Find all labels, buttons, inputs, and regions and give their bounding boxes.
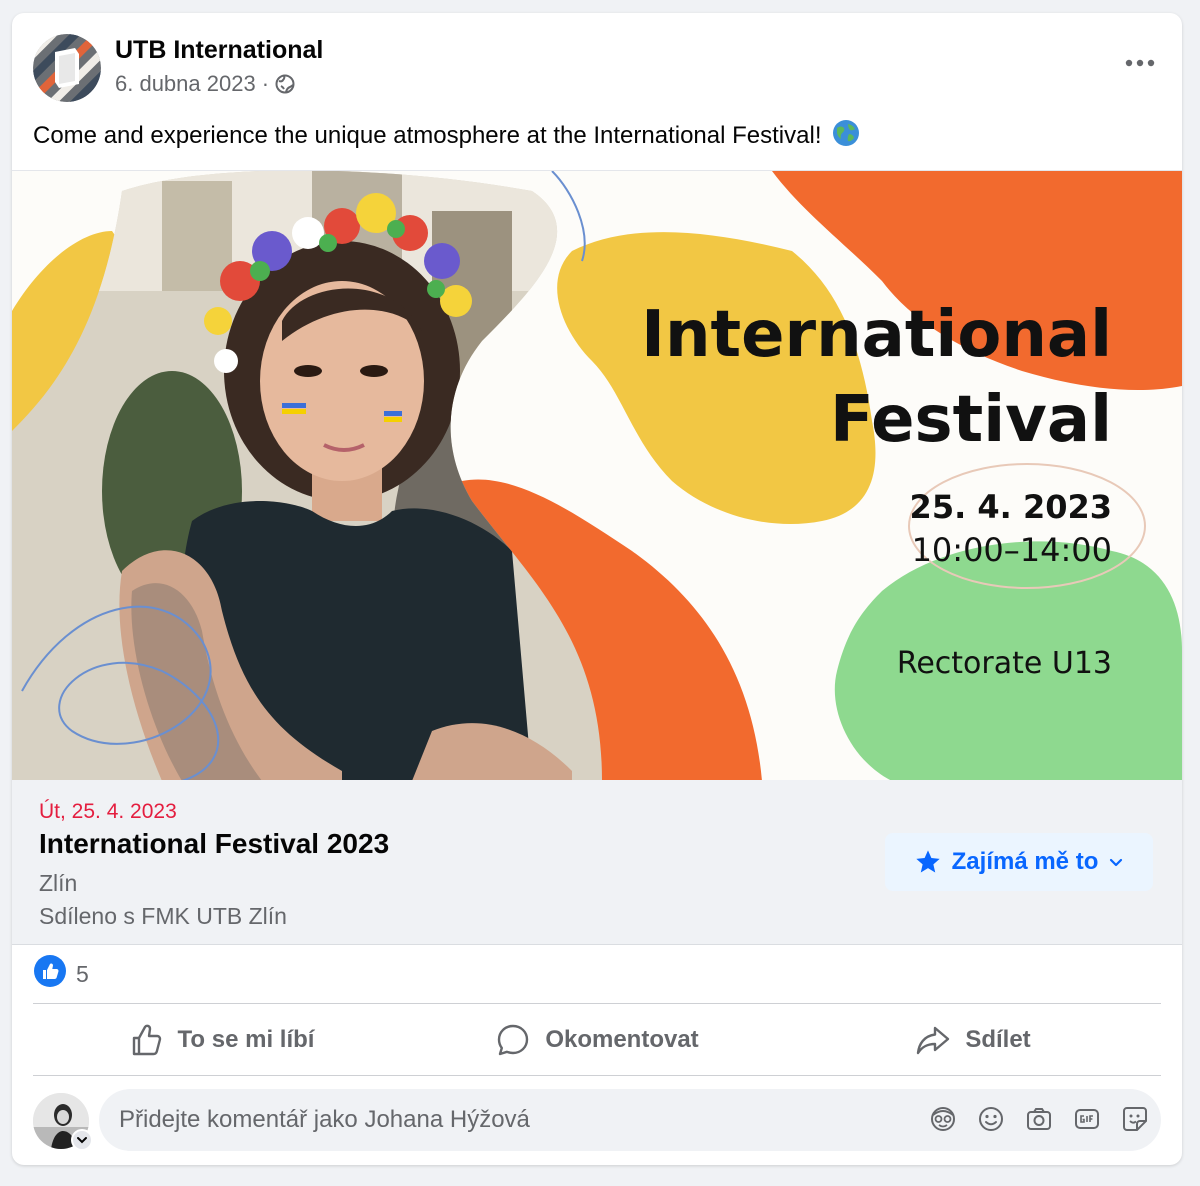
interested-button[interactable]: Zajímá mě to xyxy=(885,833,1153,891)
sticker-icon[interactable] xyxy=(1121,1105,1149,1133)
comment-tools xyxy=(929,1105,1149,1133)
event-shared: Sdíleno s FMK UTB Zlín xyxy=(39,903,287,929)
gif-icon[interactable] xyxy=(1073,1105,1101,1133)
event-date: Út, 25. 4. 2023 xyxy=(39,800,177,823)
event-cover-image[interactable]: International Festival 25. 4. 2023 10:00… xyxy=(12,170,1182,780)
like-label: To se mi líbí xyxy=(177,1026,315,1053)
post-date[interactable]: 6. dubna 2023 xyxy=(115,71,256,97)
post-actions: To se mi líbí Okomentovat Sdílet xyxy=(33,1005,1161,1075)
globe-icon xyxy=(275,74,295,94)
divider xyxy=(33,1003,1161,1004)
author-name[interactable]: UTB International xyxy=(115,36,323,65)
post-text-content: Come and experience the unique atmospher… xyxy=(33,122,822,149)
image-title-line2: Festival xyxy=(830,383,1112,457)
meta-separator: · xyxy=(261,71,270,96)
chevron-down-icon xyxy=(1110,858,1123,867)
event-info[interactable]: Út, 25. 4. 2023 International Festival 2… xyxy=(12,780,1182,945)
avatar-sticker-icon[interactable] xyxy=(929,1105,957,1133)
reactions-summary[interactable]: 5 xyxy=(34,955,89,993)
comment-button[interactable]: Okomentovat xyxy=(409,1005,785,1075)
share-icon xyxy=(917,1026,950,1055)
post-text: Come and experience the unique atmospher… xyxy=(33,119,860,154)
page-avatar[interactable] xyxy=(33,34,101,102)
more-icon xyxy=(1125,59,1155,67)
emoji-icon[interactable] xyxy=(977,1105,1005,1133)
comment-composer xyxy=(33,1089,1163,1153)
like-icon xyxy=(34,955,66,993)
account-switch-icon[interactable] xyxy=(71,1129,93,1151)
post-card: UTB International 6. dubna 2023 · Come a… xyxy=(12,13,1182,1165)
reaction-count: 5 xyxy=(76,960,89,987)
post-header: UTB International 6. dubna 2023 · xyxy=(12,13,1182,113)
like-button[interactable]: To se mi líbí xyxy=(33,1005,409,1075)
thumbs-up-icon xyxy=(132,1024,161,1056)
image-title-line1: International xyxy=(641,298,1112,372)
comment-icon xyxy=(498,1024,529,1056)
event-location: Zlín xyxy=(39,870,78,896)
image-place: Rectorate U13 xyxy=(897,646,1112,681)
share-label: Sdílet xyxy=(965,1026,1031,1053)
globe-emoji xyxy=(832,119,860,154)
comment-label: Okomentovat xyxy=(545,1026,699,1053)
camera-icon[interactable] xyxy=(1025,1105,1053,1133)
share-button[interactable]: Sdílet xyxy=(785,1005,1161,1075)
interested-label: Zajímá mě to xyxy=(951,848,1099,875)
image-time: 10:00–14:00 xyxy=(912,531,1112,569)
post-meta: 6. dubna 2023 · xyxy=(115,71,295,97)
event-title[interactable]: International Festival 2023 xyxy=(39,828,389,860)
image-date: 25. 4. 2023 xyxy=(910,488,1112,526)
star-icon xyxy=(915,850,940,873)
divider xyxy=(33,1075,1161,1076)
more-options-button[interactable] xyxy=(1118,41,1162,85)
